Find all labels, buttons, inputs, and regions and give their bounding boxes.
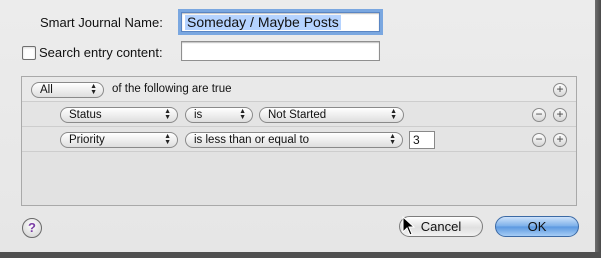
ok-button[interactable]: OK [495,216,579,237]
rule-operator-label: is [194,109,203,121]
rules-panel: All ▲ ▼ of the following are true + Statu… [21,76,577,206]
mouse-pointer-icon [402,216,416,236]
rule-value-label: Not Started [268,109,327,121]
popup-arrows-icon: ▲ ▼ [90,83,97,96]
remove-rule-button[interactable]: − [532,133,546,147]
search-content-field[interactable] [181,41,380,61]
add-rule-button[interactable]: + [553,108,567,122]
rule-operator-popup[interactable]: is ▲ ▼ [185,107,253,123]
smart-journal-sheet: Smart Journal Name: Someday / Maybe Post… [0,0,601,253]
popup-arrows-icon: ▲ ▼ [389,133,396,146]
window-edge [0,252,601,258]
remove-rule-button[interactable]: − [532,108,546,122]
rule-value-field[interactable]: 3 [409,131,435,149]
popup-arrows-icon: ▲ ▼ [239,108,246,121]
rule-field-popup[interactable]: Status ▲ ▼ [60,107,178,123]
rule-row: Status ▲ ▼ is ▲ ▼ Not Started ▲ ▼ − + [22,102,576,127]
add-rule-button[interactable]: + [553,133,567,147]
rule-operator-popup[interactable]: is less than or equal to ▲ ▼ [185,132,403,148]
add-rule-button[interactable]: + [553,83,567,97]
match-popup-label: All [40,84,53,96]
popup-arrows-icon: ▲ ▼ [164,108,171,121]
rule-value-popup[interactable]: Not Started ▲ ▼ [259,107,404,123]
search-content-label: Search entry content: [39,45,163,60]
match-popup[interactable]: All ▲ ▼ [31,82,104,98]
rule-field-label: Status [69,109,102,121]
journal-name-value: Someday / Maybe Posts [185,14,341,30]
match-suffix-text: of the following are true [112,83,232,95]
rule-operator-label: is less than or equal to [194,134,310,146]
window-edge [595,0,601,258]
popup-arrows-icon: ▲ ▼ [390,108,397,121]
help-button[interactable]: ? [22,218,42,238]
journal-name-label: Smart Journal Name: [40,15,163,30]
rule-row: Priority ▲ ▼ is less than or equal to ▲ ▼ … [22,127,576,152]
popup-arrows-icon: ▲ ▼ [164,133,171,146]
search-content-checkbox[interactable] [22,46,36,60]
rule-header-row: All ▲ ▼ of the following are true + [22,77,576,102]
rule-field-label: Priority [69,134,105,146]
journal-name-field[interactable]: Someday / Maybe Posts [178,9,383,35]
rule-field-popup[interactable]: Priority ▲ ▼ [60,132,178,148]
